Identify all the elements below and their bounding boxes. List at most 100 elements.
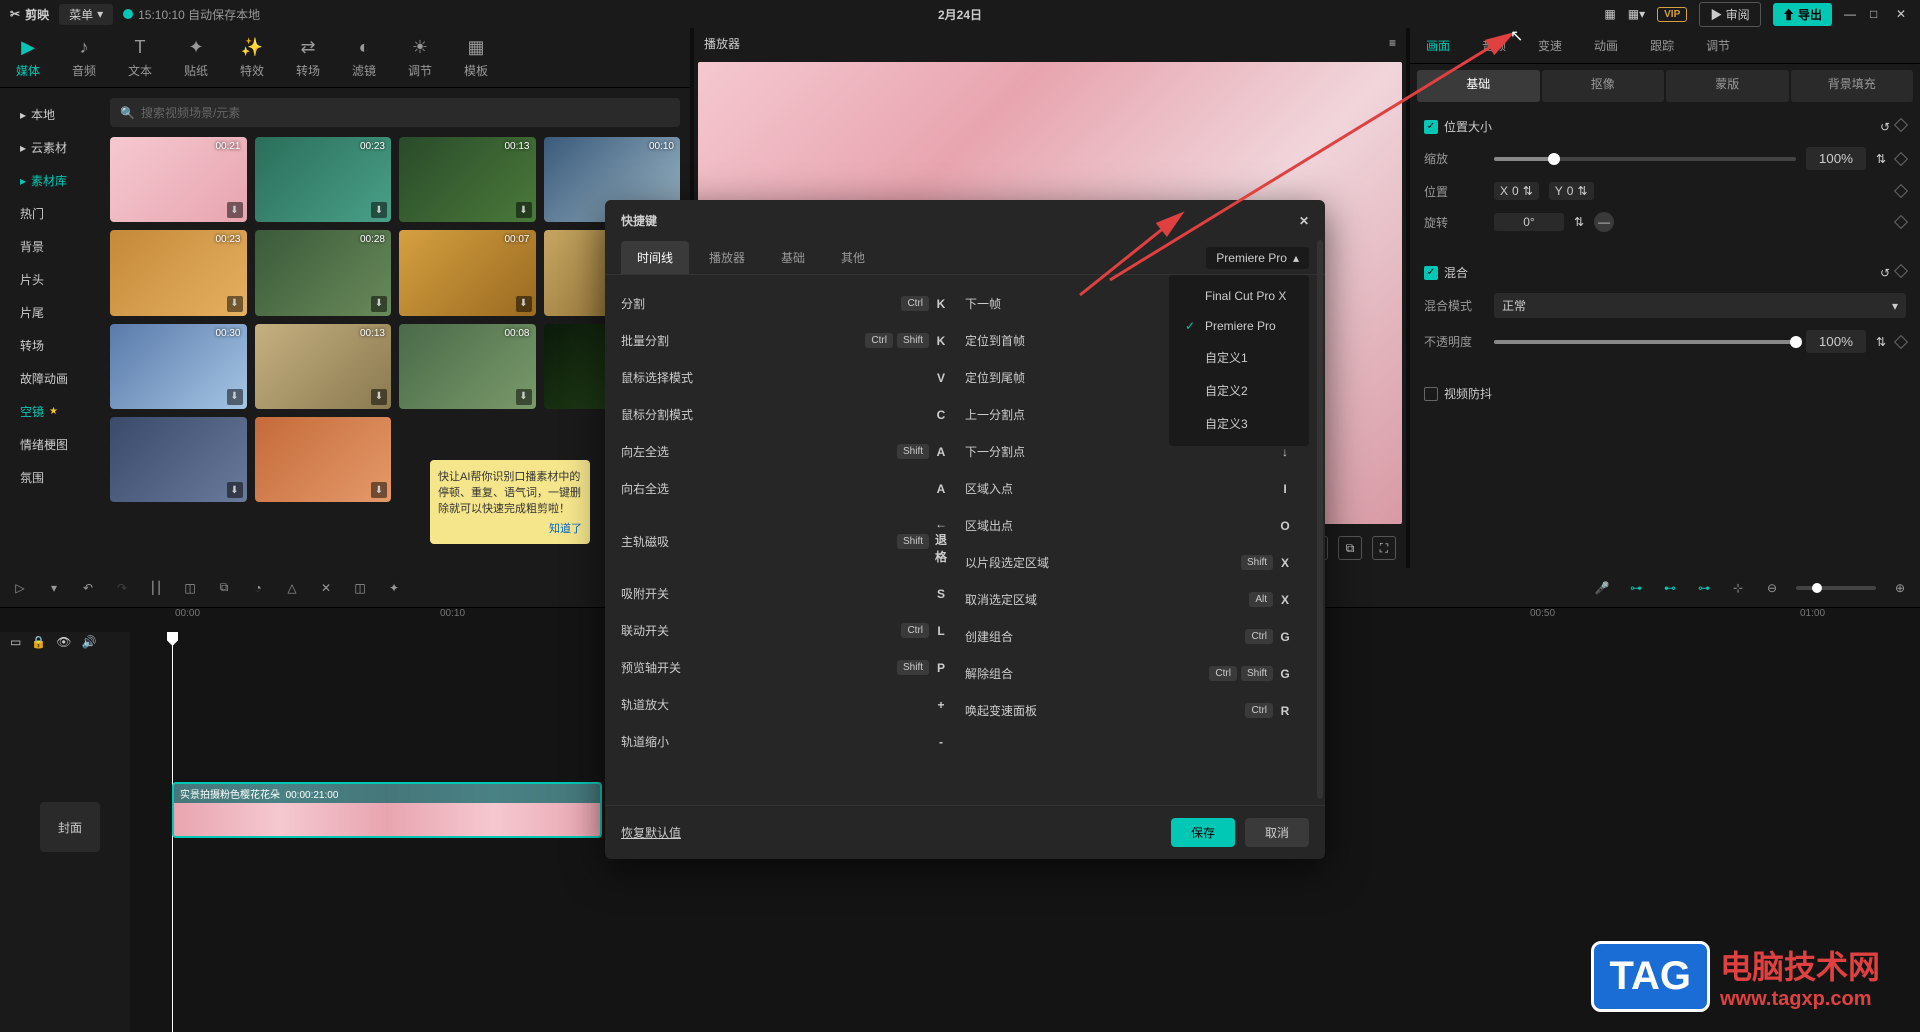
preset-option[interactable]: 自定义1 — [1169, 341, 1309, 374]
delete-right-icon[interactable]: ⧉ — [214, 578, 234, 598]
stepper-icon[interactable]: ⇅ — [1574, 215, 1584, 229]
sidebar-item-情绪梗图[interactable]: 情绪梗图 — [0, 428, 100, 461]
top-tab-转场[interactable]: ⇄转场 — [280, 28, 336, 87]
shortcut-row[interactable]: 预览轴开关ShiftP — [621, 649, 949, 686]
modal-tab-播放器[interactable]: 播放器 — [693, 241, 761, 274]
select-tool-icon[interactable]: ▷ — [10, 578, 30, 598]
top-tab-调节[interactable]: ☀调节 — [392, 28, 448, 87]
top-tab-滤镜[interactable]: ◐滤镜 — [336, 28, 392, 87]
reverse-icon[interactable]: △ — [282, 578, 302, 598]
property-tab-调节[interactable]: 调节 — [1690, 28, 1746, 63]
shortcut-row[interactable]: 轨道缩小- — [621, 723, 949, 760]
download-icon[interactable]: ⬇ — [371, 482, 387, 498]
modal-tab-时间线[interactable]: 时间线 — [621, 241, 689, 274]
shortcut-row[interactable]: 轨道放大+ — [621, 686, 949, 723]
property-tab-跟踪[interactable]: 跟踪 — [1634, 28, 1690, 63]
sidebar-item-片头[interactable]: 片头 — [0, 263, 100, 296]
delete-left-icon[interactable]: ◫ — [180, 578, 200, 598]
reset-icon[interactable]: ↺ — [1880, 266, 1890, 280]
blend-mode-select[interactable]: 正常▾ — [1494, 293, 1906, 318]
chevron-down-icon[interactable]: ▾ — [44, 578, 64, 598]
search-input[interactable]: 🔍 搜索视频场景/元素 — [110, 98, 680, 127]
link-icon[interactable]: ⊶ — [1694, 578, 1714, 598]
mirror-icon[interactable]: ✕ — [316, 578, 336, 598]
snap-icon[interactable]: ⊷ — [1660, 578, 1680, 598]
track-visible-icon[interactable]: 👁 — [56, 635, 71, 649]
stabilize-header[interactable]: 视频防抖 — [1424, 385, 1906, 402]
review-button[interactable]: ▶ 审阅 — [1699, 2, 1760, 27]
media-thumbnail[interactable]: 00:23⬇ — [110, 230, 247, 315]
undo-icon[interactable]: ↶ — [78, 578, 98, 598]
preset-option[interactable]: 自定义3 — [1169, 407, 1309, 440]
download-icon[interactable]: ⬇ — [516, 389, 532, 405]
reset-icon[interactable]: ↺ — [1880, 120, 1890, 134]
track-collapse-icon[interactable]: ▭ — [10, 635, 21, 649]
opacity-slider[interactable] — [1494, 340, 1796, 344]
sidebar-item-云素材[interactable]: ▸ 云素材 — [0, 131, 100, 164]
keyframe-icon[interactable] — [1894, 117, 1908, 131]
download-icon[interactable]: ⬇ — [371, 389, 387, 405]
scale-input[interactable] — [1806, 147, 1866, 170]
layout-icon[interactable]: ▦ — [1604, 7, 1615, 21]
top-tab-模板[interactable]: ▦模板 — [448, 28, 504, 87]
media-thumbnail[interactable]: 00:23⬇ — [255, 137, 392, 222]
sidebar-item-素材库[interactable]: ▸ 素材库 — [0, 164, 100, 197]
property-subtab-抠像[interactable]: 抠像 — [1542, 70, 1665, 102]
redo-icon[interactable]: ↷ — [112, 578, 132, 598]
media-thumbnail[interactable]: 00:13⬇ — [255, 324, 392, 409]
media-thumbnail[interactable]: ⬇ — [110, 417, 247, 502]
sidebar-item-空镜[interactable]: 空镜 ★ — [0, 395, 100, 428]
shortcut-row[interactable]: 向左全选ShiftA — [621, 433, 949, 470]
fullscreen-icon[interactable]: ⛶ — [1372, 536, 1396, 560]
shortcut-row[interactable]: 吸附开关S — [621, 575, 949, 612]
shortcut-row[interactable]: 向右全选A — [621, 470, 949, 507]
video-clip[interactable]: 实景拍摄粉色樱花花朵 00:00:21:00 — [172, 782, 602, 838]
menu-button[interactable]: 菜单 ▾ — [59, 4, 113, 25]
shortcut-row[interactable]: 联动开关CtrlL — [621, 612, 949, 649]
top-tab-贴纸[interactable]: ✦贴纸 — [168, 28, 224, 87]
flip-icon[interactable]: — — [1594, 212, 1614, 232]
restore-defaults-button[interactable]: 恢复默认值 — [621, 824, 681, 841]
media-thumbnail[interactable]: 00:08⬇ — [399, 324, 536, 409]
keyframe-icon[interactable] — [1894, 334, 1908, 348]
keyframe-icon[interactable] — [1894, 215, 1908, 229]
zoom-fit-icon[interactable]: ⊕ — [1890, 578, 1910, 598]
compare-icon[interactable]: ⧉ — [1338, 536, 1362, 560]
shortcut-row[interactable]: 唤起变速面板CtrlR — [965, 692, 1293, 729]
download-icon[interactable]: ⬇ — [516, 296, 532, 312]
magnet-icon[interactable]: ⊶ — [1626, 578, 1646, 598]
shortcut-row[interactable]: 以片段选定区域ShiftX — [965, 544, 1293, 581]
sidebar-item-氛围[interactable]: 氛围 — [0, 461, 100, 494]
mic-icon[interactable]: 🎤 — [1592, 578, 1612, 598]
sidebar-item-本地[interactable]: ▸ 本地 — [0, 98, 100, 131]
top-tab-音频[interactable]: ♪音频 — [56, 28, 112, 87]
property-subtab-蒙版[interactable]: 蒙版 — [1666, 70, 1789, 102]
keyframe-icon[interactable] — [1894, 151, 1908, 165]
sidebar-item-背景[interactable]: 背景 — [0, 230, 100, 263]
checkbox-icon[interactable] — [1424, 387, 1438, 401]
track-mute-icon[interactable]: 🔊 — [82, 635, 97, 649]
modal-tab-基础[interactable]: 基础 — [765, 241, 821, 274]
y-input[interactable]: Y0⇅ — [1549, 182, 1594, 200]
opacity-input[interactable] — [1806, 330, 1866, 353]
shortcut-row[interactable]: 鼠标选择模式V — [621, 359, 949, 396]
shortcut-row[interactable]: 区域入点I — [965, 470, 1293, 507]
download-icon[interactable]: ⬇ — [371, 202, 387, 218]
crop-icon[interactable]: ◫ — [350, 578, 370, 598]
tooltip-ok-button[interactable]: 知道了 — [438, 520, 582, 536]
shortcut-row[interactable]: 取消选定区域AltX — [965, 581, 1293, 618]
media-thumbnail[interactable]: 00:21⬇ — [110, 137, 247, 222]
media-thumbnail[interactable]: 00:07⬇ — [399, 230, 536, 315]
shortcut-row[interactable]: 批量分割CtrlShiftK — [621, 322, 949, 359]
shortcut-row[interactable]: 分割CtrlK — [621, 285, 949, 322]
freeze-icon[interactable]: ◔ — [248, 578, 268, 598]
download-icon[interactable]: ⬇ — [516, 202, 532, 218]
sidebar-item-故障动画[interactable]: 故障动画 — [0, 362, 100, 395]
preset-option[interactable]: ✓Premiere Pro — [1169, 311, 1309, 341]
save-button[interactable]: 保存 — [1171, 818, 1235, 847]
scrollbar[interactable] — [1317, 285, 1323, 799]
download-icon[interactable]: ⬇ — [227, 389, 243, 405]
layout-dropdown-icon[interactable]: ▦▾ — [1628, 7, 1645, 21]
keyframe-icon[interactable] — [1894, 263, 1908, 277]
export-button[interactable]: ⬆ 导出 — [1773, 3, 1832, 26]
